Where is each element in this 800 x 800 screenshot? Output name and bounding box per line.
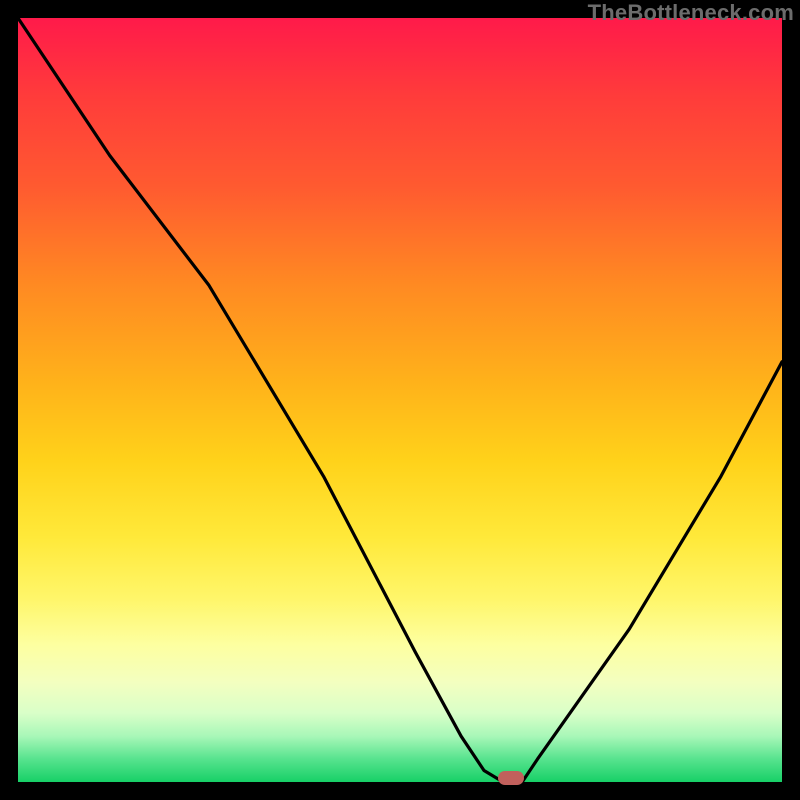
chart-frame: TheBottleneck.com [0,0,800,800]
curve-path [18,18,782,782]
bottleneck-curve [18,18,782,782]
watermark-text: TheBottleneck.com [588,0,794,26]
plot-area [18,18,782,782]
optimum-marker [498,771,524,785]
